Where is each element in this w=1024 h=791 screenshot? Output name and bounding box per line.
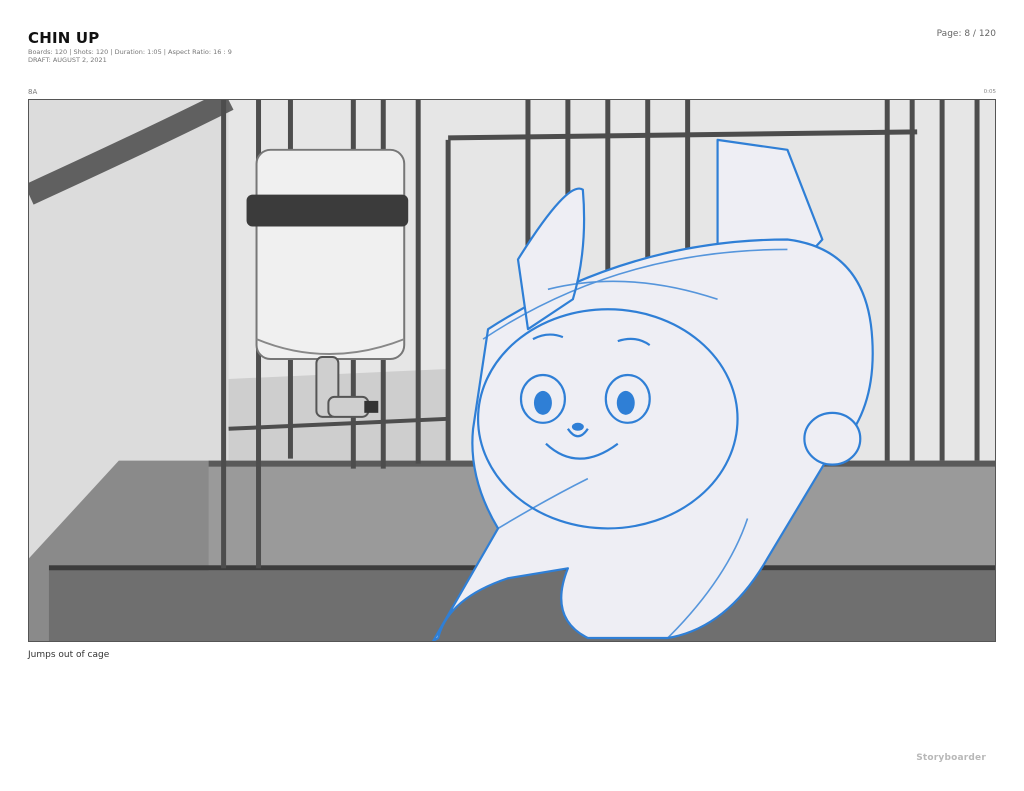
board-meta-stats: Boards: 120 | Shots: 120 | Duration: 1:0… [28, 48, 232, 56]
panel-drawing [29, 100, 995, 641]
storyboard-panel [28, 99, 996, 642]
board-title: CHIN UP [28, 29, 100, 47]
shot-duration: 0:05 [983, 89, 996, 95]
storyboarder-brand: Storyboarder [916, 753, 986, 763]
shot-caption: Jumps out of cage [28, 650, 110, 660]
shot-label: 8A [28, 88, 38, 96]
board-meta-date: DRAFT: AUGUST 2, 2021 [28, 56, 107, 64]
page-number: Page: 8 / 120 [936, 29, 996, 39]
